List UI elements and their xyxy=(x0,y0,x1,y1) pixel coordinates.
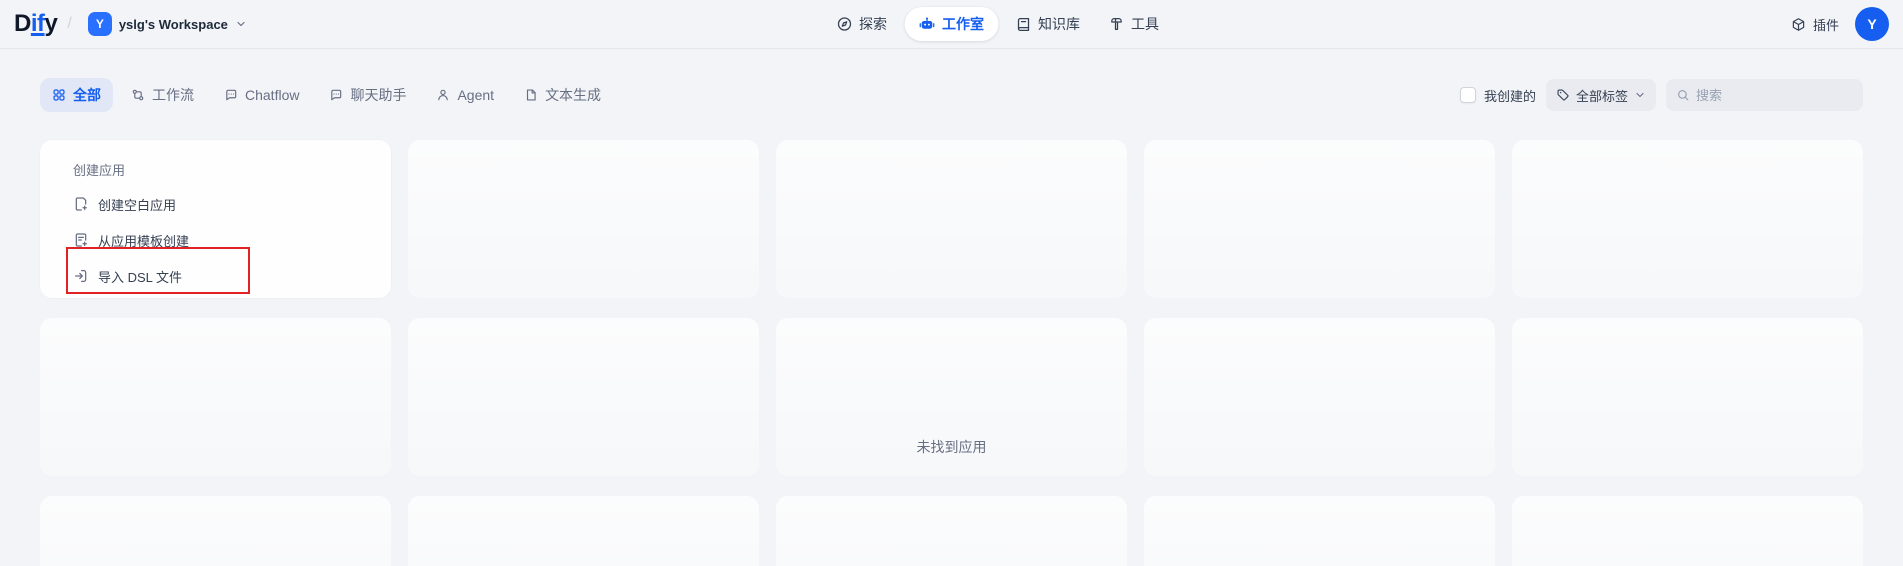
create-item-label: 导入 DSL 文件 xyxy=(98,267,182,286)
breadcrumb-separator: / xyxy=(67,15,71,33)
filter-controls: 我创建的 全部标签 xyxy=(1460,79,1863,111)
app-card-placeholder xyxy=(1144,496,1495,566)
nav-label: 知识库 xyxy=(1038,14,1080,34)
plugins-button[interactable]: 插件 xyxy=(1791,15,1839,34)
logo-letters-if: if xyxy=(31,10,45,38)
import-dsl-button[interactable]: 导入 DSL 文件 xyxy=(73,265,391,287)
app-card-placeholder xyxy=(408,496,759,566)
tab-label: Agent xyxy=(457,87,494,103)
tag-icon xyxy=(1556,88,1570,102)
chat-bubble-icon xyxy=(224,88,238,102)
document-icon xyxy=(524,88,538,102)
chevron-down-icon xyxy=(1634,89,1646,101)
logo-letter-d: D xyxy=(14,10,31,38)
create-from-template-button[interactable]: 从应用模板创建 xyxy=(73,229,391,251)
tab-all[interactable]: 全部 xyxy=(40,78,113,112)
tab-text-generation[interactable]: 文本生成 xyxy=(512,78,613,112)
search-box xyxy=(1666,79,1863,111)
search-icon xyxy=(1676,88,1690,102)
create-blank-app-button[interactable]: 创建空白应用 xyxy=(73,193,391,215)
create-item-label: 创建空白应用 xyxy=(98,195,176,214)
plugins-label: 插件 xyxy=(1813,15,1839,34)
app-card-placeholder xyxy=(1512,140,1863,298)
tab-label: Chatflow xyxy=(245,87,299,103)
tab-label: 文本生成 xyxy=(545,85,601,105)
top-header: Dify / Y yslg's Workspace 探索 工作室 知识库 工具 … xyxy=(0,0,1903,49)
account-avatar[interactable]: Y xyxy=(1855,7,1889,41)
header-right: 插件 Y xyxy=(1791,7,1889,41)
nav-item-studio[interactable]: 工作室 xyxy=(904,7,998,41)
app-card-placeholder xyxy=(1144,140,1495,298)
agent-icon xyxy=(436,88,450,102)
hammer-icon xyxy=(1108,16,1124,32)
app-type-tabs: 全部 工作流 Chatflow 聊天助手 Agent 文本生成 xyxy=(40,78,613,112)
dify-logo[interactable]: Dify xyxy=(14,10,57,38)
tab-label: 全部 xyxy=(73,85,101,105)
file-template-plus-icon xyxy=(73,232,89,248)
workspace-selector[interactable]: Y yslg's Workspace xyxy=(82,8,253,40)
nav-item-tools[interactable]: 工具 xyxy=(1097,7,1170,41)
import-icon xyxy=(73,268,89,284)
book-icon xyxy=(1015,16,1031,32)
created-by-me-checkbox[interactable] xyxy=(1460,87,1476,103)
created-by-me-filter[interactable]: 我创建的 xyxy=(1460,86,1536,105)
create-item-label: 从应用模板创建 xyxy=(98,231,189,250)
app-card-placeholder xyxy=(40,496,391,566)
created-by-me-label: 我创建的 xyxy=(1484,86,1536,105)
create-app-title: 创建应用 xyxy=(73,160,391,179)
tab-chat-assistant[interactable]: 聊天助手 xyxy=(317,78,418,112)
file-plus-icon xyxy=(73,196,89,212)
app-card-placeholder xyxy=(776,496,1127,566)
app-toolbar: 全部 工作流 Chatflow 聊天助手 Agent 文本生成 我创建的 xyxy=(40,78,1863,112)
compass-icon xyxy=(836,16,852,32)
logo-letter-y: y xyxy=(45,10,58,38)
nav-label: 工具 xyxy=(1131,14,1159,34)
tab-label: 工作流 xyxy=(152,85,194,105)
robot-icon xyxy=(918,16,935,33)
nav-item-knowledge[interactable]: 知识库 xyxy=(1004,7,1091,41)
chevron-down-icon xyxy=(235,18,247,30)
tag-filter-label: 全部标签 xyxy=(1576,86,1628,105)
nav-label: 工作室 xyxy=(942,14,984,34)
cube-icon xyxy=(1791,17,1806,32)
grid-icon xyxy=(52,88,66,102)
app-card-placeholder xyxy=(776,140,1127,298)
app-card-placeholder xyxy=(408,140,759,298)
search-input[interactable] xyxy=(1696,88,1853,103)
tab-label: 聊天助手 xyxy=(350,85,406,105)
workspace-avatar: Y xyxy=(88,12,112,36)
chat-bubble-icon xyxy=(329,88,343,102)
main-nav: 探索 工作室 知识库 工具 xyxy=(825,7,1170,41)
app-card-placeholder xyxy=(1512,496,1863,566)
tag-filter-dropdown[interactable]: 全部标签 xyxy=(1546,79,1656,111)
workflow-icon xyxy=(131,88,145,102)
tab-workflow[interactable]: 工作流 xyxy=(119,78,206,112)
nav-item-explore[interactable]: 探索 xyxy=(825,7,898,41)
workspace-name: yslg's Workspace xyxy=(119,17,228,32)
app-grid: 创建应用 创建空白应用 从应用模板创建 导入 DSL 文件 xyxy=(40,140,1863,566)
tab-agent[interactable]: Agent xyxy=(424,80,506,110)
nav-label: 探索 xyxy=(859,14,887,34)
tab-chatflow[interactable]: Chatflow xyxy=(212,80,311,110)
create-app-card: 创建应用 创建空白应用 从应用模板创建 导入 DSL 文件 xyxy=(40,140,391,298)
empty-state-message: 未找到应用 xyxy=(0,437,1903,457)
